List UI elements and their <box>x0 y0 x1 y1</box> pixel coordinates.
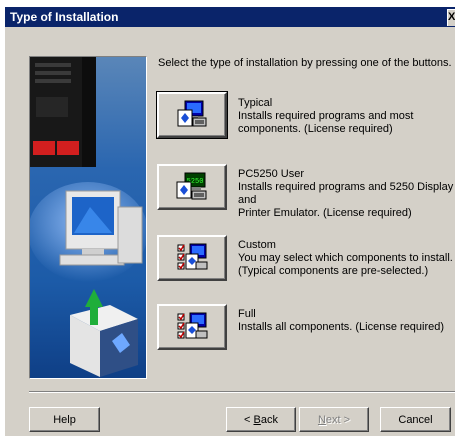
full-desc-line1: Installs all components. (License requir… <box>238 321 445 333</box>
back-label: < Back <box>244 413 278 426</box>
pc5250-user-button[interactable]: 5250 <box>157 164 227 210</box>
cancel-button[interactable]: Cancel <box>380 407 451 432</box>
custom-description: You may select which components to insta… <box>238 252 455 278</box>
typical-desc-line2: components. (License required) <box>238 123 393 135</box>
cancel-label: Cancel <box>398 413 433 426</box>
instruction-text: Select the type of installation by press… <box>158 57 452 69</box>
installation-dialog: Type of Installation X Select the type o… <box>4 6 455 436</box>
typical-desc-line1: Installs required programs and most <box>238 110 414 122</box>
custom-install-button[interactable] <box>157 235 227 281</box>
next-label: Next > <box>317 413 351 426</box>
next-button[interactable]: Next > <box>299 407 369 432</box>
footer-divider <box>29 391 455 393</box>
pc5250-description: Installs required programs and 5250 Disp… <box>238 181 455 220</box>
custom-desc-line2: (Typical components are pre-selected.) <box>238 265 429 277</box>
setup-illustration <box>29 56 147 379</box>
typical-install-button[interactable] <box>156 91 228 139</box>
typical-description: Installs required programs and most comp… <box>238 110 455 136</box>
checklist-install-icon <box>177 312 208 339</box>
emulator-terminal-icon: 5250 <box>176 172 207 200</box>
custom-desc-line1: You may select which components to insta… <box>238 252 453 264</box>
pc5250-title: PC5250 User <box>238 168 305 180</box>
help-label: Help <box>53 413 76 426</box>
full-description: Installs all components. (License requir… <box>238 321 455 334</box>
custom-title: Custom <box>238 239 276 251</box>
pc5250-desc-line2: Printer Emulator. (License required) <box>238 207 412 219</box>
checklist-install-icon <box>177 243 208 270</box>
title-bar: Type of Installation X <box>5 7 455 27</box>
computer-hardware-illustration <box>30 57 146 378</box>
close-button[interactable]: X <box>447 9 455 26</box>
back-button[interactable]: < Back <box>226 407 296 432</box>
pc5250-desc-line1: Installs required programs and 5250 Disp… <box>238 181 454 206</box>
install-disk-monitor-icon <box>177 100 207 127</box>
help-button[interactable]: Help <box>29 407 100 432</box>
full-install-button[interactable] <box>157 304 227 350</box>
window-title: Type of Installation <box>10 10 119 24</box>
full-title: Full <box>238 308 256 320</box>
typical-title: Typical <box>238 97 273 109</box>
close-icon: X <box>448 11 455 23</box>
